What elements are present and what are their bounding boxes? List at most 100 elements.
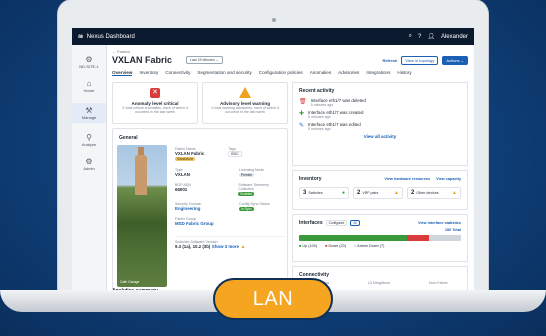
tower-shape xyxy=(135,155,147,195)
recent-activity-card: Recent activity 🗑︎ Interface eth1/7 was … xyxy=(292,82,468,166)
edit-icon: ✎ xyxy=(299,123,305,129)
all-toggle[interactable]: All xyxy=(350,220,360,226)
general-card: General Cafe Garage Fabric Name VXLAN Fa… xyxy=(112,128,288,294)
advisory-card[interactable]: Advisory level warning X total warning a… xyxy=(202,82,288,124)
telemetry-badge: Enabled xyxy=(238,192,255,196)
tab-advisories[interactable]: Advisories xyxy=(338,70,359,76)
fabric-group-link[interactable]: MSD Fabric Group xyxy=(175,221,285,226)
vrf-count: 2 xyxy=(357,190,361,196)
cisco-logo-icon: ılıılı xyxy=(78,33,83,40)
app-screen: ılıılı Nexus Dashboard ⌕ ? 👤︎ Alexander … xyxy=(72,28,474,294)
other-label: Other devices xyxy=(416,191,439,195)
top-bar: ılıılı Nexus Dashboard ⌕ ? 👤︎ Alexander xyxy=(72,28,474,45)
view-all-activity-link[interactable]: View all activity xyxy=(293,134,467,139)
list-item[interactable]: 🗑︎ Interface eth1/7 was deleted 5 minute… xyxy=(299,98,467,107)
interfaces-total: 150 Total xyxy=(444,228,461,232)
fabric-name-value: VXLAN Fabric xyxy=(175,151,205,156)
sidebar-site-label: ND-SITE-1 xyxy=(79,64,99,69)
anomaly-card[interactable]: ✕ Anomaly level critical X total critica… xyxy=(112,82,198,124)
header-actions: Refresh View in topology Actions ⌄ xyxy=(382,56,468,65)
tab-anomalies[interactable]: Anomalies xyxy=(310,70,331,76)
warning-icon: ▲ xyxy=(240,244,246,250)
top-bar-right: ⌕ ? 👤︎ Alexander xyxy=(409,33,468,40)
photo-caption: Cafe Garage xyxy=(120,280,140,284)
warning-icon: ▲ xyxy=(394,190,399,196)
configured-toggle[interactable]: Configured xyxy=(325,220,348,226)
sidebar-site[interactable]: ⚙ ND-SITE-1 xyxy=(72,55,106,69)
bar-admin-segment xyxy=(428,235,461,241)
fabric-photo: Cafe Garage xyxy=(117,145,167,287)
interfaces-legend: ■ Up (100) ■ Down (20) ■ Admin Down (7) xyxy=(299,244,467,248)
bar-up-segment xyxy=(299,235,407,241)
type-value: VXLAN xyxy=(175,172,190,177)
analyze-icon: ⚲ xyxy=(86,133,92,142)
connectivity-title: Connectivity xyxy=(299,272,330,278)
tab-connectivity[interactable]: Connectivity xyxy=(165,70,190,76)
view-topology-button[interactable]: View in topology xyxy=(401,56,439,65)
recent-title: Recent activity xyxy=(299,88,335,94)
switches-label: Switches xyxy=(308,191,323,195)
view-hardware-link[interactable]: View hardware resources xyxy=(384,177,430,181)
actions-button[interactable]: Actions ⌄ xyxy=(442,56,468,65)
tab-integrations[interactable]: Integrations xyxy=(366,70,390,76)
refresh-button[interactable]: Refresh xyxy=(382,58,397,63)
general-title: General xyxy=(119,135,138,141)
breadcrumb[interactable]: ← Fabrics xyxy=(112,49,130,54)
tab-config-policies[interactable]: Configuration policies xyxy=(259,70,303,76)
tab-history[interactable]: History xyxy=(397,70,411,76)
legend-down: ■ Down (20) xyxy=(325,244,347,248)
manage-icon: ⚒ xyxy=(85,106,93,115)
user-name[interactable]: Alexander xyxy=(441,34,468,40)
security-link[interactable]: Engineering xyxy=(175,206,211,211)
sidebar-item-home[interactable]: ⌂ Home xyxy=(72,79,106,93)
home-icon: ⌂ xyxy=(86,79,92,88)
view-interface-stats-link[interactable]: View interface statistics xyxy=(418,221,461,225)
bar-down-segment xyxy=(407,235,429,241)
lan-banner: LAN xyxy=(213,278,333,320)
config-sync-label: Config Sync Status xyxy=(239,202,270,206)
admin-icon: ⚙ xyxy=(85,157,93,166)
tab-inventory[interactable]: Inventory xyxy=(139,70,158,76)
view-capacity-link[interactable]: View capacity xyxy=(436,177,461,181)
other-count: 2 xyxy=(411,190,415,196)
software-more-link[interactable]: Show 3 more xyxy=(212,244,239,249)
camera-dot xyxy=(272,18,276,22)
inventory-chips: 3 Switches ● 2 VRF pairs ▲ 2 Other devic… xyxy=(299,187,467,199)
tab-bar: Overview Inventory Connectivity Segmenta… xyxy=(112,70,412,76)
legend-admin-label: Admin Down (7) xyxy=(357,244,385,248)
user-icon[interactable]: 👤︎ xyxy=(427,33,435,40)
switches-chip[interactable]: 3 Switches ● xyxy=(299,187,349,199)
vrf-pairs-chip[interactable]: 2 VRF pairs ▲ xyxy=(353,187,403,199)
config-sync-badge: In Sync xyxy=(239,207,254,211)
list-item[interactable]: ✎ Interface eth1/7 was edited 5 minutes … xyxy=(299,122,467,131)
sidebar-item-manage[interactable]: ⚒ Manage xyxy=(72,103,106,123)
sidebar-item-label: Home xyxy=(83,88,95,93)
telemetry-label: Software Telemetry Collection xyxy=(238,183,270,191)
plus-icon: ✚ xyxy=(299,111,305,117)
l3-neighbors-label: L3 Neighbors xyxy=(367,281,391,285)
sidebar-item-label: Analyze xyxy=(81,142,97,147)
vrf-label: VRF pairs xyxy=(362,191,379,195)
search-icon[interactable]: ⌕ xyxy=(409,33,412,40)
tab-overview[interactable]: Overview xyxy=(112,70,133,76)
app-title: Nexus Dashboard xyxy=(86,33,135,40)
licensing-label: Licensing Mode xyxy=(239,168,265,172)
help-icon[interactable]: ? xyxy=(418,34,421,40)
legend-up-label: Up (100) xyxy=(302,244,318,248)
healthy-icon: ● xyxy=(341,190,345,196)
non-fabric-label: Non-Fabric xyxy=(428,281,448,285)
list-item[interactable]: ✚ Interface eth1/7 was created 5 minutes… xyxy=(299,110,467,119)
sidebar-item-analyze[interactable]: ⚲ Analyze xyxy=(72,133,106,147)
sidebar-item-admin[interactable]: ⚙ Admin xyxy=(72,157,106,171)
activity-time: 5 minutes ago xyxy=(310,103,334,107)
time-range-select[interactable]: Last 15 Minutes ⌄ xyxy=(186,56,223,64)
sidebar-item-label: Admin xyxy=(83,166,95,171)
tag-chip[interactable]: BSC xyxy=(228,151,242,157)
interfaces-card: Interfaces Configured All View interface… xyxy=(292,214,468,262)
warning-icon: ▲ xyxy=(452,190,457,196)
tab-segmentation[interactable]: Segmentation and security xyxy=(197,70,251,76)
other-devices-chip[interactable]: 2 Other devices ▲ xyxy=(407,187,461,199)
legend-down-label: Down (20) xyxy=(328,244,347,248)
anomaly-description: X total critical anomalies, each of whic… xyxy=(122,106,188,114)
activity-time: 5 minutes ago xyxy=(308,127,331,131)
